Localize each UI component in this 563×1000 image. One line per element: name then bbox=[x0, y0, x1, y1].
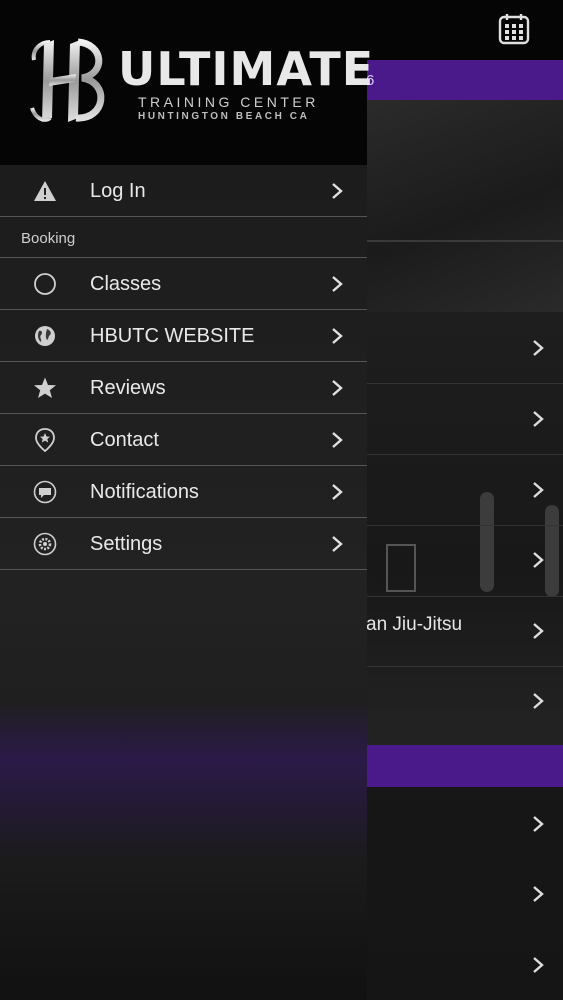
chevron-right-icon[interactable] bbox=[530, 340, 546, 356]
drawer-header: ULTIMATE TRAINING CENTER HUNTINGTON BEAC… bbox=[0, 0, 373, 165]
gym-image bbox=[360, 312, 563, 745]
divider bbox=[360, 454, 563, 455]
gear-icon bbox=[33, 532, 57, 556]
chevron-right-icon[interactable] bbox=[530, 482, 546, 498]
menu-item-label: Classes bbox=[90, 273, 162, 295]
hb-monogram-logo bbox=[30, 38, 105, 122]
chevron-right-icon[interactable] bbox=[530, 957, 546, 973]
menu-item-label: Settings bbox=[90, 533, 163, 555]
logo-location: HUNTINGTON BEACH CA bbox=[138, 111, 310, 122]
app-logo: ULTIMATE TRAINING CENTER HUNTINGTON BEAC… bbox=[30, 38, 373, 123]
chevron-right-icon bbox=[332, 432, 343, 448]
side-drawer: ULTIMATE TRAINING CENTER HUNTINGTON BEAC… bbox=[0, 0, 373, 1000]
menu-item-contact[interactable]: Contact bbox=[0, 414, 367, 466]
chevron-right-icon[interactable] bbox=[530, 693, 546, 709]
menu-item-login[interactable]: Log In bbox=[0, 165, 367, 217]
punching-bag-shape bbox=[545, 505, 559, 597]
drawer-menu: Log In Booking Classes HBUTC WEBSITE Rev bbox=[0, 165, 367, 570]
divider bbox=[360, 525, 563, 526]
menu-item-label: Notifications bbox=[90, 481, 199, 503]
section-banner: 6 bbox=[360, 60, 563, 100]
menu-item-reviews[interactable]: Reviews bbox=[0, 362, 367, 414]
location-pin-icon bbox=[35, 428, 55, 452]
star-icon bbox=[34, 377, 56, 398]
menu-item-classes[interactable]: Classes bbox=[0, 258, 367, 310]
class-row-label[interactable]: an Jiu-Jitsu bbox=[366, 614, 462, 636]
chevron-right-icon bbox=[332, 328, 343, 344]
logo-title: ULTIMATE bbox=[118, 42, 375, 96]
chevron-right-icon bbox=[332, 380, 343, 396]
divider bbox=[360, 596, 563, 597]
chevron-right-icon bbox=[332, 183, 343, 199]
section-header-label: Booking bbox=[21, 230, 76, 247]
menu-item-notifications[interactable]: Notifications bbox=[0, 466, 367, 518]
globe-icon bbox=[35, 326, 55, 346]
chevron-right-icon[interactable] bbox=[530, 552, 546, 568]
menu-item-hbutc-website[interactable]: HBUTC WEBSITE bbox=[0, 310, 367, 362]
divider bbox=[360, 240, 563, 242]
menu-item-label: Contact bbox=[90, 429, 159, 451]
punching-bag-shape bbox=[480, 492, 494, 592]
chevron-right-icon bbox=[332, 536, 343, 552]
chevron-right-icon[interactable] bbox=[530, 411, 546, 427]
chevron-right-icon[interactable] bbox=[530, 816, 546, 832]
logo-subtitle: TRAINING CENTER bbox=[138, 94, 319, 110]
section-banner bbox=[360, 745, 563, 787]
warning-icon bbox=[34, 181, 56, 201]
divider bbox=[360, 383, 563, 384]
menu-item-label: HBUTC WEBSITE bbox=[90, 325, 255, 347]
divider bbox=[360, 666, 563, 667]
chevron-right-icon[interactable] bbox=[530, 623, 546, 639]
menu-item-settings[interactable]: Settings bbox=[0, 518, 367, 570]
calendar-icon[interactable] bbox=[497, 12, 531, 46]
chevron-right-icon bbox=[332, 276, 343, 292]
hero-image bbox=[360, 100, 563, 312]
chat-bubble-icon bbox=[33, 480, 57, 504]
chevron-right-icon[interactable] bbox=[530, 886, 546, 902]
section-header-booking: Booking bbox=[0, 217, 367, 258]
chevron-right-icon bbox=[332, 484, 343, 500]
gym-door-shape bbox=[386, 544, 416, 592]
menu-item-label: Log In bbox=[90, 180, 146, 202]
menu-item-label: Reviews bbox=[90, 377, 166, 399]
circle-icon bbox=[34, 273, 56, 295]
